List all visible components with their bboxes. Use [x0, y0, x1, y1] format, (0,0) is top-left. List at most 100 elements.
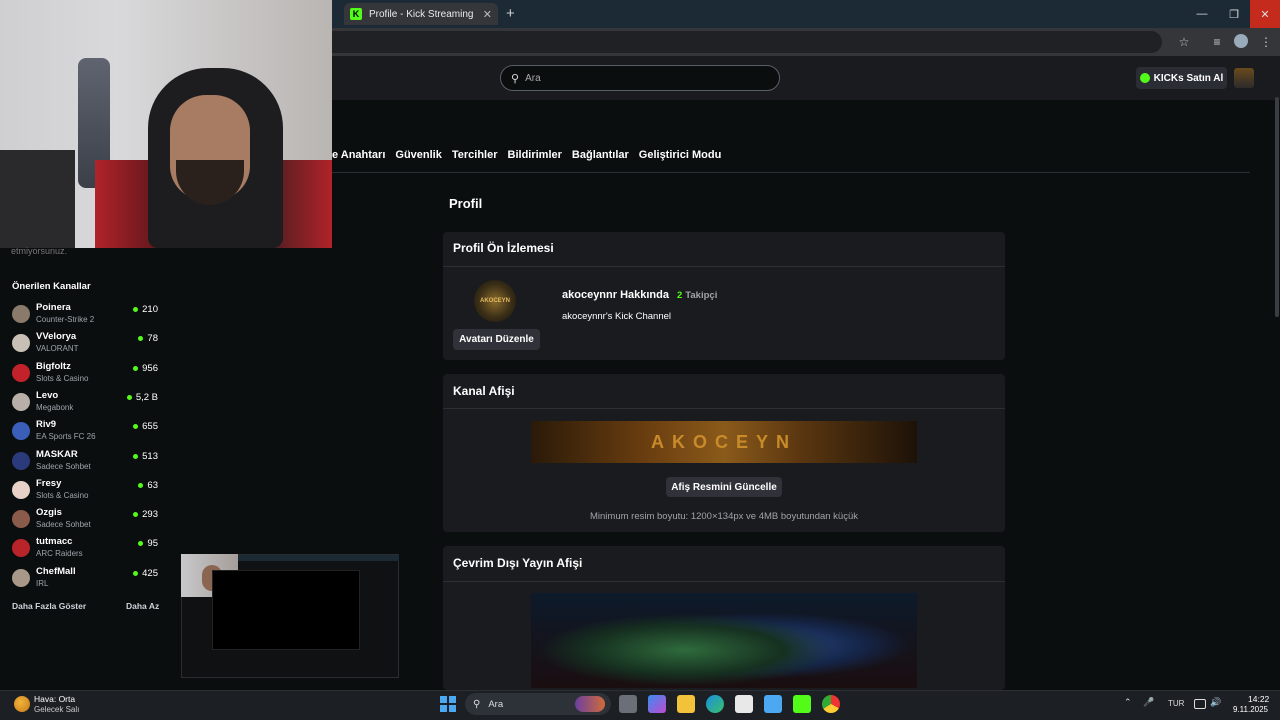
channel-name: VVelorya: [36, 331, 77, 343]
chrome-icon[interactable]: [822, 695, 840, 713]
banner-logo-text: AKOCEYN: [650, 431, 797, 452]
channel-row[interactable]: tutmacc ARC Raiders 95: [12, 536, 160, 562]
microphone-icon[interactable]: 🎤: [1143, 697, 1154, 708]
channel-name: Levo: [36, 389, 59, 401]
copilot-icon[interactable]: [648, 695, 666, 713]
follower-label: Takipçi: [685, 290, 718, 301]
viewer-count-value: 63: [147, 479, 158, 491]
channel-row[interactable]: VVelorya VALORANT 78: [12, 331, 160, 357]
live-dot-icon: [133, 307, 139, 312]
weather-subtitle[interactable]: Gelecek Salı: [34, 705, 79, 714]
live-dot-icon: [133, 453, 139, 459]
channel-row[interactable]: Riv9 EA Sports FC 26 655: [12, 419, 160, 445]
follower-count: 2: [677, 290, 683, 301]
channel-name: tutmacc: [36, 536, 73, 548]
channel-avatar: [12, 422, 30, 441]
viewer-count-value: 425: [142, 567, 158, 579]
site-search-input[interactable]: ⚲ Ara: [500, 65, 780, 91]
bookmark-star-icon[interactable]: ☆: [1175, 33, 1193, 51]
channel-name: Riv9: [36, 419, 57, 431]
browser-menu-icon[interactable]: ⋮: [1257, 33, 1275, 51]
card-divider: [443, 581, 1005, 582]
recommended-title: Önerilen Kanallar: [12, 281, 91, 292]
channel-category: IRL: [36, 578, 49, 588]
viewer-count: 956: [133, 363, 158, 374]
taskbar-search[interactable]: ⚲ Ara: [465, 693, 611, 715]
webcam-monitor-shape: [0, 150, 75, 248]
channel-row[interactable]: MASKAR Sadece Sohbet 513: [12, 449, 160, 475]
edge-icon[interactable]: [706, 695, 724, 713]
viewer-count: 78: [138, 333, 158, 344]
viewer-count: 63: [138, 480, 158, 491]
show-less-link[interactable]: Daha Az: [126, 601, 159, 611]
channel-category: Sadece Sohbet: [36, 520, 91, 530]
channel-row[interactable]: ChefMall IRL 425: [12, 566, 160, 592]
new-tab-button[interactable]: +: [506, 5, 515, 22]
tab-connections[interactable]: Bağlantılar: [572, 149, 629, 161]
close-window-button[interactable]: ✕: [1250, 0, 1280, 28]
kick-app-icon[interactable]: [793, 695, 811, 713]
tab-security[interactable]: Güvenlik: [395, 149, 441, 161]
tab-preferences[interactable]: Tercihler: [452, 149, 498, 161]
task-view-icon[interactable]: [619, 695, 637, 713]
media-control-icon[interactable]: ≡: [1208, 33, 1226, 51]
snipping-tool-icon[interactable]: [764, 695, 782, 713]
file-explorer-icon[interactable]: [677, 695, 695, 713]
buy-kicks-button[interactable]: KICKs Satın Al: [1136, 67, 1227, 89]
show-more-link[interactable]: Daha Fazla Göster: [12, 601, 86, 611]
tab-close-icon[interactable]: ✕: [483, 8, 492, 21]
user-avatar[interactable]: [1234, 68, 1254, 88]
update-banner-button[interactable]: Afiş Resmini Güncelle: [666, 477, 782, 497]
channel-category: Counter-Strike 2: [36, 315, 95, 324]
channel-category: Slots & Casino: [36, 490, 89, 500]
ghost-text: etmiyorsunuz.: [11, 246, 68, 256]
offline-banner-image: [531, 593, 917, 688]
viewer-count-value: 5,2 B: [135, 391, 158, 403]
channel-row[interactable]: Poinera Counter-Strike 2 210: [12, 302, 160, 328]
viewer-count: 5,2 B: [126, 391, 158, 403]
channel-avatar: [12, 480, 30, 499]
clock-time[interactable]: 14:22: [1248, 694, 1269, 704]
live-dot-icon: [138, 541, 144, 547]
live-dot-icon: [133, 365, 139, 371]
channel-avatar: [12, 568, 30, 587]
channel-description: akoceynnr's Kick Channel: [562, 311, 672, 322]
live-dot-icon: [138, 482, 144, 488]
weather-icon[interactable]: [14, 696, 30, 712]
browser-tab[interactable]: K Profile - Kick Streaming ✕: [344, 3, 498, 25]
nav-divider: [332, 172, 1250, 173]
profile-avatar: AKOCEYN: [474, 280, 516, 322]
thumbnail-screen: [212, 570, 360, 650]
channel-name: Ozgis: [36, 507, 62, 519]
channel-row[interactable]: Bigfoltz Slots & Casino 956: [12, 361, 160, 387]
kick-favicon-icon: K: [350, 8, 362, 20]
channel-category: EA Sports FC 26: [36, 432, 96, 442]
tray-overflow-icon[interactable]: ⌃: [1124, 697, 1132, 708]
buy-kicks-label: KICKs Satın Al: [1153, 72, 1224, 84]
network-icon[interactable]: [1194, 699, 1206, 709]
browser-profile-icon[interactable]: [1234, 34, 1248, 48]
clock-date[interactable]: 9.11.2025: [1233, 705, 1268, 714]
channel-avatar: [12, 334, 30, 353]
tab-stream-key[interactable]: e Anahtarı: [332, 149, 385, 161]
edit-avatar-button[interactable]: Avatarı Düzenle: [453, 329, 540, 350]
restore-button[interactable]: ❐: [1218, 0, 1250, 28]
windows-start-icon[interactable]: [440, 696, 456, 712]
minimize-button[interactable]: —: [1186, 0, 1218, 28]
store-icon[interactable]: [735, 695, 753, 713]
taskbar-search-icon: ⚲: [473, 698, 481, 710]
language-indicator[interactable]: TUR: [1168, 699, 1184, 708]
channel-row[interactable]: Levo Megabonk 5,2 B: [12, 390, 160, 416]
url-field[interactable]: [332, 31, 1162, 53]
volume-icon[interactable]: 🔊: [1210, 697, 1221, 708]
channel-row[interactable]: Ozgis Sadece Sohbet 293: [12, 507, 160, 533]
weather-title[interactable]: Hava: Orta: [34, 694, 75, 704]
tab-developer-mode[interactable]: Geliştirici Modu: [639, 149, 722, 161]
tab-notifications[interactable]: Bildirimler: [508, 149, 562, 161]
page-scrollbar[interactable]: [1275, 97, 1279, 317]
card-divider: [443, 408, 1005, 409]
viewer-count-value: 78: [147, 333, 158, 345]
profile-preview-heading: Profil Ön İzlemesi: [453, 241, 554, 255]
channel-category: ARC Raiders: [36, 549, 83, 559]
channel-row[interactable]: Fresy Slots & Casino 63: [12, 478, 160, 504]
